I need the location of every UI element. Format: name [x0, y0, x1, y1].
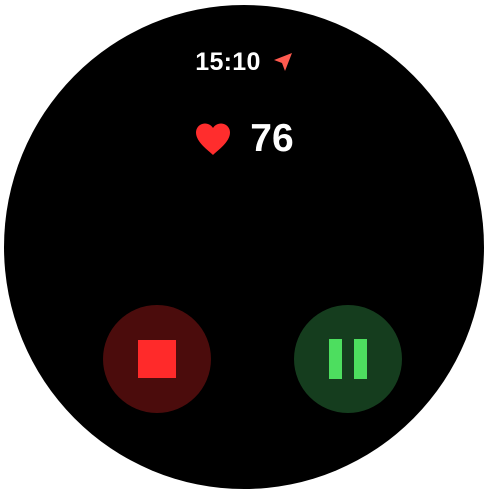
stop-button[interactable] [103, 305, 211, 413]
pause-bar-right [354, 339, 367, 379]
heart-rate-value: 76 [250, 117, 294, 160]
heart-rate-row: 76 [4, 116, 484, 162]
pause-button[interactable] [294, 305, 402, 413]
clock-time: 15:10 [195, 47, 261, 76]
location-arrow-icon [273, 52, 293, 72]
screen: 15:10 76 [0, 0, 488, 493]
pause-icon [329, 339, 367, 379]
status-row: 15:10 [4, 46, 484, 78]
pause-bar-left [329, 339, 342, 379]
stop-icon [138, 340, 176, 378]
watch-face: 15:10 76 [4, 5, 484, 489]
heart-icon [194, 122, 232, 156]
